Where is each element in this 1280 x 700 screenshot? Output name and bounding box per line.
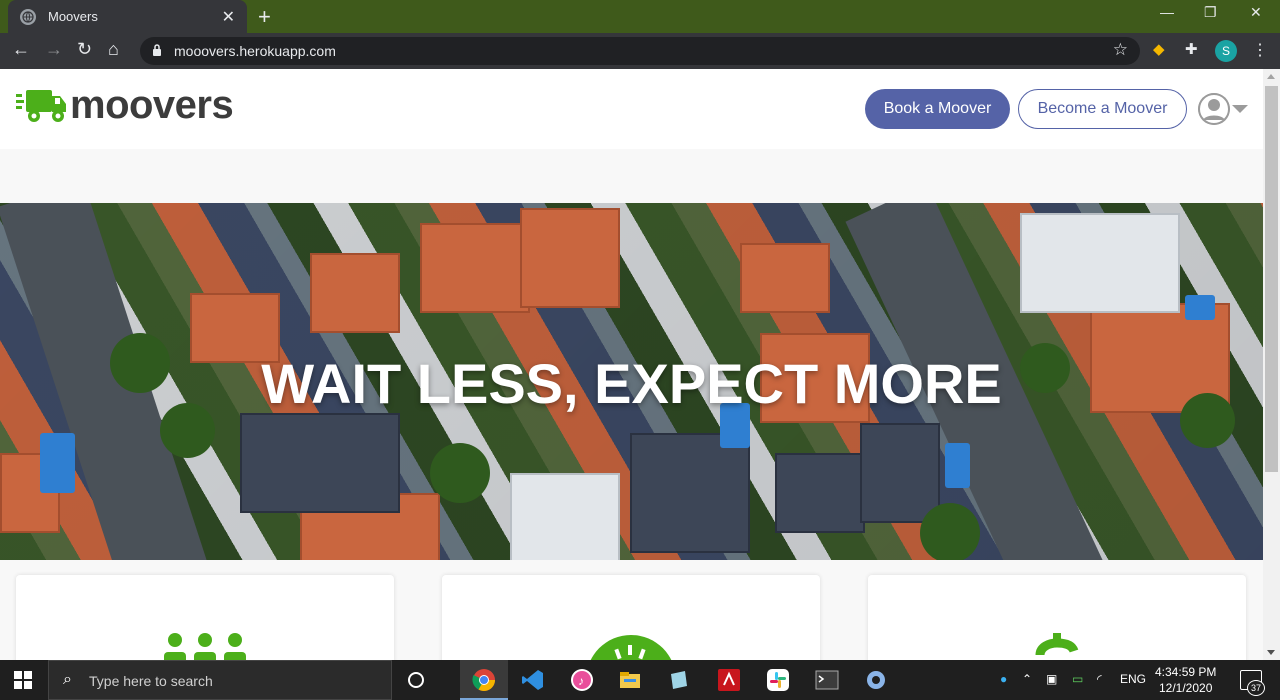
search-icon: ⌕ bbox=[63, 671, 72, 688]
hero-title: WAIT LESS, EXPECT MORE bbox=[261, 352, 1002, 415]
hero-roof bbox=[860, 423, 940, 523]
speed-icon bbox=[590, 635, 672, 660]
user-avatar-icon[interactable] bbox=[1198, 93, 1230, 125]
taskbar-search-placeholder: Type here to search bbox=[89, 673, 213, 689]
page-viewport: moovers Book a Moover Become a Moover WA… bbox=[0, 69, 1280, 660]
back-arrow-icon[interactable]: ← bbox=[12, 39, 30, 60]
hero-roof bbox=[420, 223, 530, 313]
hero-pool bbox=[945, 443, 970, 488]
chevron-down-icon[interactable] bbox=[1232, 105, 1248, 113]
site-header: moovers Book a Moover Become a Moover bbox=[0, 69, 1263, 149]
hero-roof bbox=[740, 243, 830, 313]
people-icon bbox=[164, 633, 246, 660]
forward-arrow-icon[interactable]: → bbox=[45, 39, 63, 60]
hero-pool bbox=[40, 433, 75, 493]
home-icon[interactable]: ⌂ bbox=[108, 39, 119, 60]
cortana-icon[interactable] bbox=[404, 668, 428, 692]
restore-button[interactable]: ❐ bbox=[1204, 4, 1217, 21]
close-window-button[interactable]: ✕ bbox=[1250, 4, 1262, 21]
taskbar-chrome-active[interactable] bbox=[460, 660, 508, 700]
hero-roof bbox=[630, 433, 750, 553]
hero-roof bbox=[240, 413, 400, 513]
truck-icon bbox=[16, 89, 66, 122]
tab-close-icon[interactable]: ✕ bbox=[222, 7, 235, 27]
browser-titlebar: Moovers ✕ + — ❐ ✕ bbox=[0, 0, 1280, 33]
language-indicator[interactable]: ENG bbox=[1120, 672, 1146, 686]
vscode-icon[interactable] bbox=[521, 668, 545, 692]
extension-cheese-icon[interactable]: ◆ bbox=[1153, 40, 1165, 58]
lock-icon bbox=[153, 44, 161, 56]
hero-tree bbox=[920, 503, 980, 560]
menu-kebab-icon[interactable]: ⋮ bbox=[1252, 40, 1268, 60]
hero-roof bbox=[520, 208, 620, 308]
dollar-icon bbox=[1035, 633, 1079, 656]
chrome-icon bbox=[472, 669, 495, 691]
battery-icon[interactable]: ▭ bbox=[1072, 672, 1083, 686]
scrollbar-thumb[interactable] bbox=[1265, 86, 1278, 472]
file-explorer-icon[interactable] bbox=[618, 668, 642, 692]
hero-roof bbox=[510, 473, 620, 560]
taskbar-search[interactable]: ⌕ Type here to search bbox=[48, 660, 392, 700]
feature-card bbox=[442, 575, 820, 660]
scroll-up-icon[interactable] bbox=[1267, 74, 1275, 79]
feature-card bbox=[16, 575, 394, 660]
windows-taskbar: ⌕ Type here to search ♪ ● ⌃ ▣ ▭ ◜ ENG 4:… bbox=[0, 660, 1280, 700]
app-icon[interactable] bbox=[667, 668, 691, 692]
bookmark-star-icon[interactable]: ☆ bbox=[1113, 40, 1128, 60]
new-tab-button[interactable]: + bbox=[258, 4, 271, 30]
clock-date: 12/1/2020 bbox=[1158, 681, 1213, 695]
help-icon[interactable]: ● bbox=[1000, 672, 1007, 686]
notification-count-badge: 37 bbox=[1247, 680, 1265, 696]
browser-tab[interactable]: Moovers ✕ bbox=[8, 0, 247, 33]
acrobat-icon[interactable] bbox=[717, 668, 741, 692]
hero-roof bbox=[775, 453, 865, 533]
svg-text:♪: ♪ bbox=[578, 674, 584, 688]
settings-gear-icon[interactable] bbox=[864, 668, 888, 692]
book-moover-button[interactable]: Book a Moover bbox=[865, 89, 1010, 129]
hero-tree bbox=[430, 443, 490, 503]
minimize-button[interactable]: — bbox=[1160, 4, 1174, 20]
address-bar[interactable]: mooovers.herokuapp.com ☆ bbox=[140, 37, 1140, 65]
itunes-icon[interactable]: ♪ bbox=[570, 668, 594, 692]
chevron-up-icon[interactable]: ⌃ bbox=[1022, 672, 1032, 686]
extensions-puzzle-icon[interactable]: ✚ bbox=[1185, 40, 1198, 58]
hero-roof bbox=[310, 253, 400, 333]
become-moover-button[interactable]: Become a Moover bbox=[1018, 89, 1187, 129]
clock-time: 4:34:59 PM bbox=[1155, 665, 1217, 679]
terminal-icon[interactable] bbox=[815, 668, 839, 692]
hero-banner: WAIT LESS, EXPECT MORE bbox=[0, 203, 1263, 560]
wifi-icon[interactable]: ◜ bbox=[1097, 672, 1102, 686]
windows-start-icon[interactable] bbox=[14, 671, 32, 689]
logo-wordmark: moovers bbox=[70, 83, 234, 127]
browser-toolbar: ← → ↻ ⌂ mooovers.herokuapp.com ☆ ◆ ✚ S ⋮ bbox=[0, 33, 1280, 69]
url-text: mooovers.herokuapp.com bbox=[174, 43, 336, 59]
tray-app-icon[interactable]: ▣ bbox=[1046, 672, 1057, 686]
taskbar-clock[interactable]: 4:34:59 PM 12/1/2020 bbox=[1155, 664, 1216, 696]
hero-pool bbox=[1185, 295, 1215, 320]
tab-title: Moovers bbox=[48, 9, 98, 24]
profile-avatar[interactable]: S bbox=[1215, 40, 1237, 62]
feature-card bbox=[868, 575, 1246, 660]
reload-icon[interactable]: ↻ bbox=[77, 39, 92, 60]
slack-icon[interactable] bbox=[766, 668, 790, 692]
scroll-down-icon[interactable] bbox=[1267, 650, 1275, 655]
page-scrollbar[interactable] bbox=[1263, 69, 1280, 660]
site-logo[interactable]: moovers bbox=[16, 83, 234, 128]
hero-roof bbox=[1020, 213, 1180, 313]
globe-icon bbox=[20, 8, 36, 25]
